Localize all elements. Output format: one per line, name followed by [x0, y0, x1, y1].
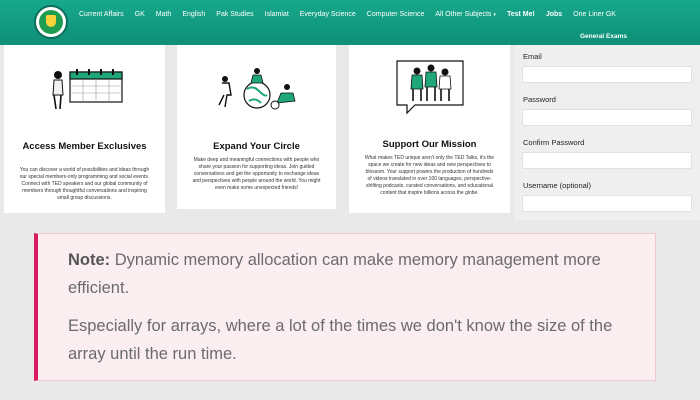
card-title: Access Member Exclusives — [22, 141, 147, 152]
card-title: Expand Your Circle — [213, 141, 300, 152]
nav-pak-studies[interactable]: Pak Studies — [216, 10, 253, 22]
calendar-person-illustration-icon — [52, 69, 123, 110]
password-label: Password — [523, 95, 556, 104]
email-field[interactable] — [522, 66, 692, 83]
email-label: Email — [523, 52, 542, 61]
top-navbar: Current Affairs GK Math English Pak Stud… — [0, 0, 700, 45]
card-description: What makes TED unique aren't only the TE… — [364, 155, 495, 196]
card-member-exclusives: Access Member Exclusives You can discove… — [4, 45, 165, 213]
nav-computer-science[interactable]: Computer Science — [367, 10, 425, 22]
note-callout: Note: Dynamic memory allocation can make… — [34, 233, 656, 381]
nav-current-affairs[interactable]: Current Affairs — [79, 10, 124, 22]
nav-english[interactable]: English — [182, 10, 205, 22]
note-line-2: Especially for arrays, where a lot of th… — [68, 317, 613, 363]
nav-everyday-science[interactable]: Everyday Science — [300, 10, 356, 22]
note-label: Note: — [68, 251, 111, 269]
card-description: Make deep and meaningful connections wit… — [192, 157, 321, 191]
logo-emblem-icon — [39, 10, 63, 34]
nav-all-other-subjects-label: All Other Subjects — [435, 11, 492, 18]
card-title: Support Our Mission — [382, 139, 477, 150]
nav-gk[interactable]: GK — [135, 10, 145, 22]
nav-test-me[interactable]: Test Me! — [507, 10, 535, 22]
nav-general-exams[interactable]: General Exams — [580, 33, 627, 40]
note-line-1-text: Dynamic memory allocation can make memor… — [68, 251, 601, 297]
password-field[interactable] — [522, 109, 692, 126]
nav-islamiat[interactable]: Islamiat — [265, 10, 289, 22]
main-nav: Current Affairs GK Math English Pak Stud… — [79, 10, 627, 22]
username-field[interactable] — [522, 195, 692, 212]
nav-all-other-subjects[interactable]: All Other Subjects ▾ — [435, 10, 496, 22]
group-speech-bubble-illustration-icon — [396, 60, 464, 115]
card-expand-circle: Expand Your Circle Make deep and meaning… — [177, 45, 336, 209]
people-globe-illustration-icon — [218, 68, 296, 110]
card-description: You can discover a world of possibilitie… — [19, 167, 150, 201]
card-support-mission: Support Our Mission What makes TED uniqu… — [349, 45, 510, 213]
nav-math[interactable]: Math — [156, 10, 172, 22]
nav-jobs[interactable]: Jobs — [546, 10, 562, 22]
note-line-1: Note: Dynamic memory allocation can make… — [68, 246, 648, 302]
site-logo[interactable] — [34, 5, 68, 39]
username-label: Username (optional) — [523, 181, 591, 190]
chevron-down-icon: ▾ — [493, 12, 496, 18]
confirm-password-field[interactable] — [522, 152, 692, 169]
nav-one-liner-gk[interactable]: One Liner GK — [573, 10, 616, 22]
confirm-password-label: Confirm Password — [523, 138, 585, 147]
signup-form: Email Password Confirm Password Username… — [514, 45, 700, 220]
